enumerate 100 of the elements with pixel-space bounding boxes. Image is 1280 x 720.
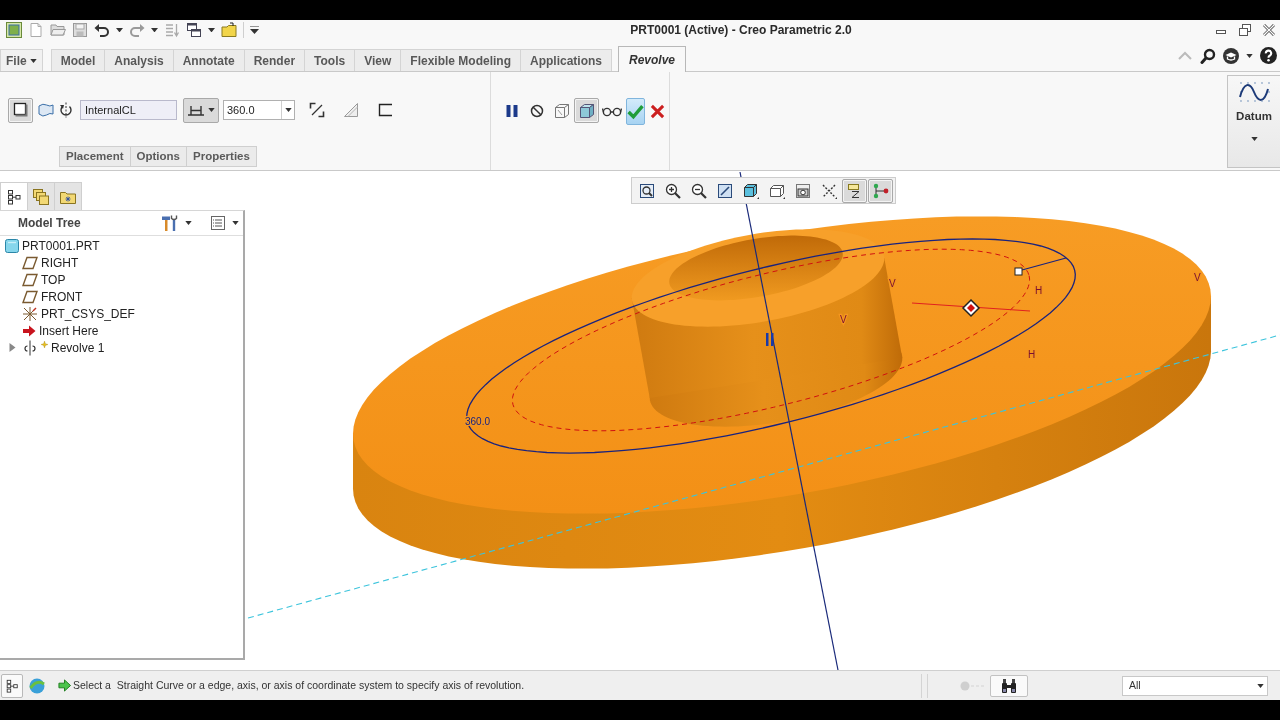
cube-icon — [742, 182, 759, 199]
constraint-label: V — [840, 314, 847, 325]
toolbar-button[interactable] — [868, 178, 893, 203]
axis-reference-field[interactable]: InternalCL — [80, 100, 177, 120]
solid-type-button[interactable] — [8, 97, 33, 123]
ribbon-tab[interactable]: Annotate — [172, 49, 245, 71]
caret-icon[interactable] — [250, 26, 259, 34]
list-icon[interactable] — [210, 215, 226, 231]
help-icon[interactable] — [1260, 47, 1277, 64]
square-handle-icon[interactable] — [1014, 267, 1023, 276]
view-box-icon — [768, 182, 785, 199]
ribbon-tab[interactable]: View — [354, 49, 402, 71]
caret-icon — [284, 108, 292, 112]
tree-icon — [5, 678, 19, 693]
binoculars-icon — [1001, 677, 1017, 694]
caret-icon[interactable] — [116, 27, 123, 33]
angle-dropdown[interactable]: 360.0 — [223, 100, 295, 120]
constraint-label: H — [1035, 285, 1043, 296]
find-button[interactable] — [990, 674, 1028, 697]
dashboard-tab[interactable]: Options — [129, 146, 187, 167]
undo-icon[interactable] — [94, 22, 110, 38]
ribbon-tab[interactable]: Model — [50, 49, 106, 71]
restore-icon[interactable] — [1239, 24, 1251, 36]
dashboard-tab[interactable]: Placement — [59, 146, 131, 167]
caret-icon — [1257, 683, 1264, 688]
filter-dropdown[interactable]: All — [1122, 675, 1268, 696]
status-message: Select a Straight Curve or a edge, axis, or axis of coordinate system to specify axis of revolution. — [73, 677, 525, 693]
ribbon-tab[interactable]: Render — [243, 49, 306, 71]
globe-icon[interactable] — [29, 677, 45, 694]
open-folder-icon[interactable] — [50, 22, 66, 38]
constraint-label: H — [1028, 349, 1036, 360]
axis-marker-icon — [766, 333, 774, 346]
dashboard-tab[interactable]: Properties — [186, 146, 257, 167]
tools-icon[interactable] — [161, 214, 179, 232]
tree-item[interactable]: PRT_CSYS_DEF — [0, 305, 137, 322]
navigator-tab[interactable] — [0, 182, 28, 210]
rotate-arrow-icon[interactable] — [58, 102, 74, 118]
tree-item[interactable]: TOP — [0, 271, 68, 288]
stacked-folders-icon — [33, 188, 49, 205]
ribbon-tab[interactable]: Flexible Modeling — [400, 49, 521, 71]
nodes-icon — [872, 182, 889, 199]
parallelogram-icon — [22, 255, 38, 270]
part-icon — [5, 238, 19, 253]
crossed-axes-icon — [820, 182, 837, 199]
toolbar-button[interactable] — [842, 178, 867, 203]
tree-icon — [6, 188, 22, 205]
folder-icon[interactable] — [221, 22, 237, 38]
caret-icon[interactable] — [232, 221, 239, 225]
diamond-handle-icon[interactable] — [961, 298, 981, 318]
redo-icon[interactable] — [129, 22, 145, 38]
bracket-icon[interactable] — [377, 102, 393, 118]
tree-item[interactable]: RIGHT — [0, 254, 81, 271]
tree-item[interactable]: Insert Here — [0, 322, 101, 339]
zoom-in-icon — [664, 182, 681, 199]
parallelogram-icon — [22, 272, 38, 287]
save-icon[interactable] — [72, 22, 88, 38]
square-icon — [12, 102, 29, 118]
datum-button[interactable]: Datum — [1227, 75, 1280, 168]
tree-item[interactable]: Revolve 1 — [0, 339, 107, 356]
surface-icon — [37, 102, 54, 118]
flip-arrows-icon[interactable] — [309, 102, 325, 118]
ribbon-tab[interactable]: Tools — [304, 49, 356, 71]
window-title: PRT0001 (Active) - Creo Parametric 2.0 — [629, 22, 853, 39]
caret-icon[interactable] — [185, 221, 192, 225]
parallelogram-icon — [22, 289, 38, 304]
toolbar-button[interactable] — [574, 98, 599, 123]
x-icon — [650, 104, 665, 119]
tree-item[interactable]: FRONT — [0, 288, 85, 305]
ribbon-tab[interactable]: Revolve — [618, 46, 687, 72]
leader-line — [1021, 257, 1067, 271]
pencil-square-icon — [716, 182, 733, 199]
caret-icon — [1250, 137, 1258, 142]
slider-dot-icon — [960, 680, 984, 691]
zoom-box-icon — [638, 182, 655, 199]
caret-icon — [208, 108, 215, 112]
search-icon[interactable] — [1200, 47, 1216, 64]
circle-slash-icon — [528, 102, 545, 119]
caret-icon — [29, 58, 37, 63]
camera-icon — [794, 182, 811, 199]
check-icon — [627, 103, 644, 120]
caret-icon[interactable] — [208, 27, 215, 33]
close-icon[interactable] — [1263, 24, 1275, 36]
tree-toggle-button[interactable] — [1, 673, 23, 698]
ribbon-tab[interactable]: Analysis — [104, 49, 174, 71]
constraint-label: V — [889, 278, 896, 289]
tree-item[interactable]: PRT0001.PRT — [0, 237, 102, 254]
ribbon-tab[interactable]: Applications — [520, 49, 612, 71]
caret-icon[interactable] — [1246, 53, 1253, 58]
shaded-box-icon — [578, 102, 595, 119]
angle-option-button[interactable] — [183, 97, 219, 123]
constraint-label: V — [1194, 272, 1201, 283]
app-logo-icon[interactable] — [6, 22, 22, 38]
arrow-icon — [22, 323, 36, 338]
arrow-icon — [58, 679, 71, 692]
mortarboard-icon[interactable] — [1223, 47, 1239, 64]
file-menu-button[interactable]: File — [0, 49, 43, 71]
caret-icon[interactable] — [151, 27, 158, 33]
panel-title: Model Tree — [18, 215, 81, 232]
windows-icon[interactable] — [186, 22, 202, 38]
wireframe-box-icon — [553, 102, 570, 119]
